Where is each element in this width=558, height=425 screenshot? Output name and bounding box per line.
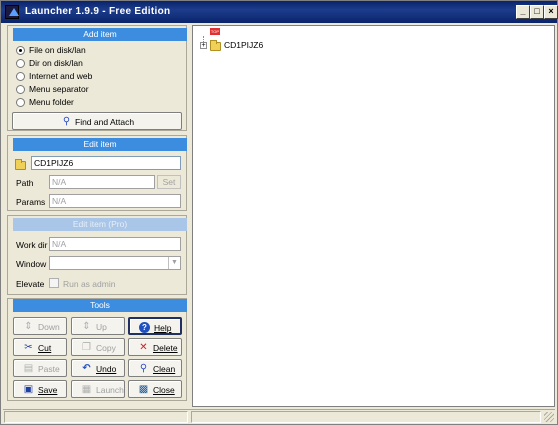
title-bar[interactable]: Launcher 1.9.9 - Free Edition _ □ × [1,1,558,23]
find-and-attach-button[interactable]: ⚲ Find and Attach [12,112,182,130]
move-down-icon: ⇕ [24,321,33,332]
edit-item-pro-group: Edit item (Pro) Work dir N/A Window ▼ El… [7,215,187,295]
params-label: Params [16,197,46,207]
elevate-label: Elevate [16,279,45,289]
magnifier-icon: ⚲ [139,363,148,374]
item-tree-panel[interactable]: TOP + CD1PIJZ6 [192,25,555,407]
radio-button[interactable] [16,98,25,107]
chevron-down-icon[interactable]: ▼ [168,257,180,269]
path-label: Path [16,178,34,188]
tools-header: Tools [13,299,187,312]
run-as-admin-checkbox[interactable] [49,278,59,288]
radio-label: Internet and web [29,71,93,81]
folder-icon [210,40,221,51]
edit-item-header: Edit item [13,138,187,151]
save-button[interactable]: ▣ Save [13,380,67,398]
status-pane-left [4,411,188,423]
tools-group: Tools ⇕ Down ⇕ Up ? Help ✂ Cut ❐ Copy ✕ … [7,298,187,401]
folder-icon [15,159,26,170]
top-badge-icon: TOP [210,28,220,35]
down-button[interactable]: ⇕ Down [13,317,67,335]
workdir-label: Work dir [16,240,48,250]
add-item-group: Add item File on disk/lan Dir on disk/la… [7,25,187,131]
run-as-admin-label: Run as admin [63,279,116,289]
radio-label: Menu separator [29,84,89,94]
params-field[interactable]: N/A [49,194,181,208]
status-pane-right [191,411,541,423]
radio-label: Menu folder [29,97,74,107]
move-up-icon: ⇕ [82,321,91,332]
window-select[interactable] [49,256,181,270]
path-field[interactable]: N/A [49,175,155,189]
edit-item-pro-header: Edit item (Pro) [13,218,187,231]
launch-icon: ▦ [81,384,92,395]
radio-button[interactable] [16,46,25,55]
paste-button[interactable]: ▤ Paste [13,359,67,377]
close-window-button[interactable]: × [544,5,558,19]
tree-expander-plus-icon[interactable]: + [200,42,207,49]
app-icon [5,5,19,19]
edit-item-group: Edit item CD1PIJZ6 Path N/A Set Params N… [7,135,187,211]
clean-button[interactable]: ⚲ Clean [128,359,182,377]
floppy-disk-icon: ▣ [23,384,34,395]
left-panel: Add item File on disk/lan Dir on disk/la… [5,25,189,407]
tree-item-label[interactable]: CD1PIJZ6 [224,40,263,50]
copy-button[interactable]: ❐ Copy [71,338,125,356]
set-path-button[interactable]: Set [157,175,181,189]
close-app-icon: ▩ [138,384,149,395]
scissors-icon: ✂ [24,342,33,353]
help-button[interactable]: ? Help [128,317,182,335]
radio-label: Dir on disk/lan [29,58,83,68]
help-icon: ? [139,322,150,333]
window-title: Launcher 1.9.9 - Free Edition [25,6,171,17]
launch-button[interactable]: ▦ Launch [71,380,125,398]
resize-grip-icon[interactable] [544,412,554,422]
add-item-header: Add item [13,28,187,41]
radio-button[interactable] [16,59,25,68]
cut-button[interactable]: ✂ Cut [13,338,67,356]
launcher-window: Launcher 1.9.9 - Free Edition _ □ × Add … [0,0,558,425]
radio-button[interactable] [16,72,25,81]
copy-icon: ❐ [82,342,91,353]
radio-button[interactable] [16,85,25,94]
radio-label: File on disk/lan [29,45,86,55]
paste-icon: ▤ [23,363,34,374]
up-button[interactable]: ⇕ Up [71,317,125,335]
window-label: Window [16,259,47,269]
workdir-field[interactable]: N/A [49,237,181,251]
close-button[interactable]: ▩ Close [128,380,182,398]
undo-button[interactable]: ↶ Undo [71,359,125,377]
undo-icon: ↶ [82,363,91,374]
maximize-button[interactable]: □ [530,5,544,19]
magnifier-icon: ⚲ [62,116,71,127]
delete-x-icon: ✕ [139,342,148,353]
item-name-field[interactable]: CD1PIJZ6 [31,156,181,170]
status-bar [3,409,555,423]
delete-button[interactable]: ✕ Delete [128,338,182,356]
minimize-button[interactable]: _ [516,5,530,19]
